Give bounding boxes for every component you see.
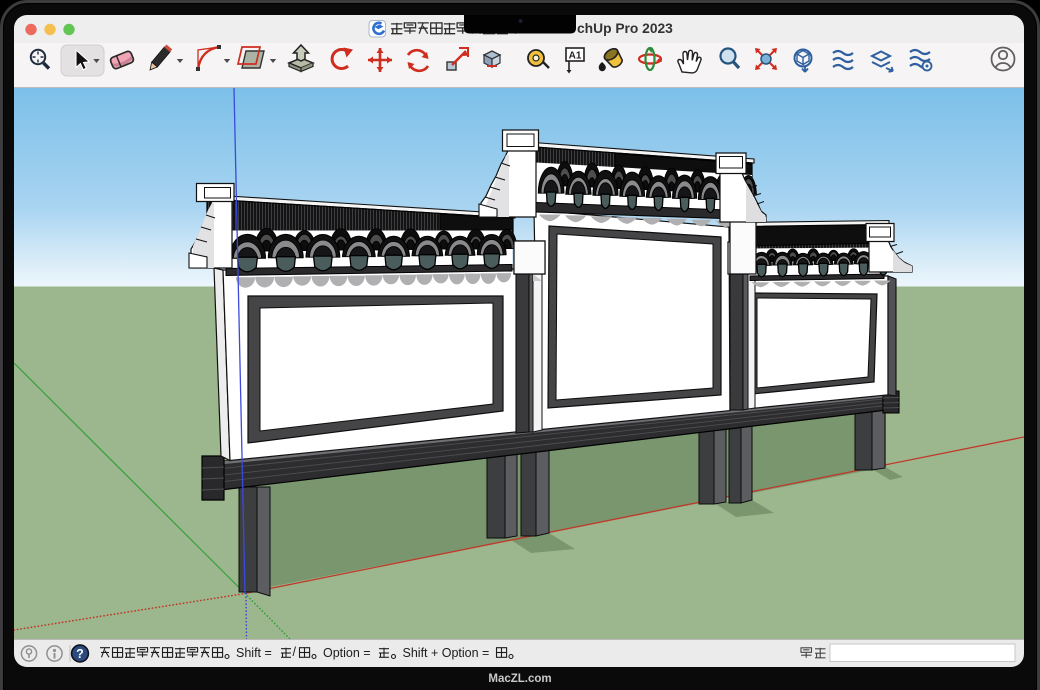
svg-text:?: ? xyxy=(76,647,84,661)
svg-text:Shift + Option =: Shift + Option = xyxy=(403,646,490,660)
svg-text:MacZL.com: MacZL.com xyxy=(488,673,551,685)
svg-text:chUp Pro 2023: chUp Pro 2023 xyxy=(577,21,673,36)
svg-text:/: / xyxy=(293,645,297,659)
svg-text:A1: A1 xyxy=(569,51,582,62)
svg-text:Option =: Option = xyxy=(323,646,371,660)
svg-text:Shift =: Shift = xyxy=(236,646,272,660)
